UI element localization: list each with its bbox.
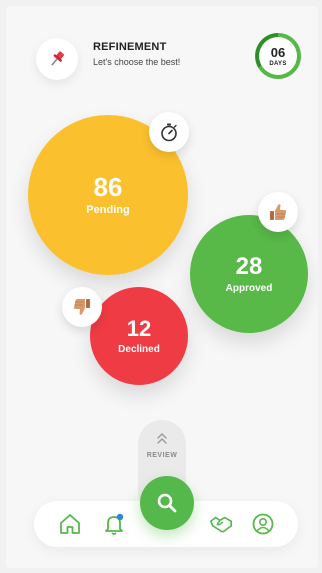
handshake-icon <box>210 516 232 533</box>
bell-icon <box>105 513 124 535</box>
nav-profile[interactable] <box>251 512 275 536</box>
review-label: REVIEW <box>146 452 178 459</box>
thumbs-up-badge <box>258 192 298 232</box>
pending-label: Pending <box>86 204 130 216</box>
nav-notifications[interactable] <box>102 512 126 536</box>
days-label: DAYS <box>269 60 287 67</box>
nav-home[interactable] <box>58 512 82 536</box>
stopwatch-badge <box>149 112 189 152</box>
nav-deals[interactable] <box>209 512 233 536</box>
declined-label: Declined <box>118 343 160 355</box>
approved-bubble[interactable]: 28 Approved <box>190 215 308 333</box>
approved-label: Approved <box>225 282 273 294</box>
thumbs-up-icon <box>270 204 287 220</box>
page-title: REFINEMENT <box>93 41 167 53</box>
thumbs-down-icon <box>73 299 90 315</box>
app-screen: REFINEMENT Let's choose the best! 06 DAY… <box>6 6 318 568</box>
days-counter: 06 DAYS <box>252 30 304 82</box>
notification-dot <box>116 513 124 521</box>
home-icon <box>60 514 80 534</box>
user-icon <box>252 513 274 535</box>
days-value: 06 <box>270 44 286 60</box>
approved-count: 28 <box>235 252 263 280</box>
chevrons-up-icon <box>157 433 167 444</box>
declined-bubble[interactable]: 12 Declined <box>90 287 188 385</box>
pending-count: 86 <box>93 172 123 202</box>
pin-icon <box>51 51 65 66</box>
thumbs-down-badge <box>62 287 102 327</box>
stopwatch-icon <box>161 123 177 142</box>
pin-button[interactable] <box>36 38 78 80</box>
declined-count: 12 <box>126 315 152 341</box>
search-button[interactable] <box>140 476 194 530</box>
search-icon <box>157 493 177 513</box>
page-subtitle: Let's choose the best! <box>93 57 181 67</box>
